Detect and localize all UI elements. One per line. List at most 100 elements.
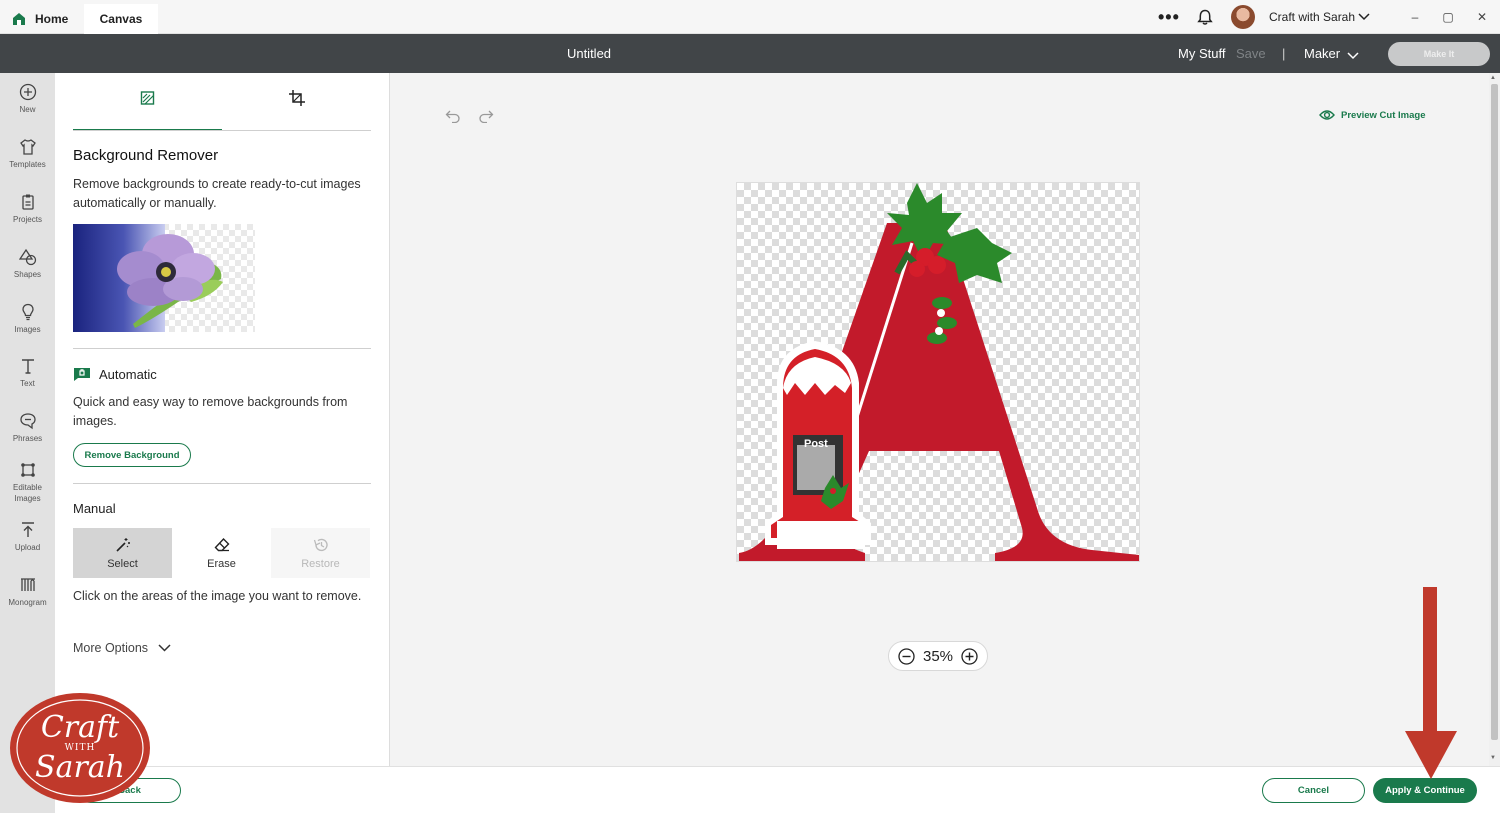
sidebar-item-label: Editable Images: [13, 483, 42, 503]
logo-text: Craft WITH Sarah: [9, 692, 151, 804]
sidebar-item-label: Templates: [9, 160, 46, 169]
sidebar-item-editable-images[interactable]: Editable Images: [0, 461, 55, 504]
undo-icon: [445, 110, 460, 124]
home-icon: [13, 13, 25, 25]
header-separator: |: [1282, 46, 1286, 61]
zoom-out-icon[interactable]: [898, 647, 915, 665]
tab-home[interactable]: Home: [12, 4, 80, 34]
automatic-heading: Automatic: [73, 366, 157, 382]
canvas-header: Untitled My Stuff Save | Maker Make It: [0, 34, 1500, 73]
my-stuff-link[interactable]: My Stuff: [1178, 46, 1225, 61]
crop-icon: [288, 90, 305, 106]
magic-wand-icon: [115, 537, 130, 552]
tab-canvas-label: Canvas: [99, 12, 143, 26]
erase-tool-button[interactable]: Erase: [172, 528, 271, 578]
preview-cut-image-link[interactable]: Preview Cut Image: [1319, 109, 1425, 121]
more-options-toggle[interactable]: More Options: [73, 641, 171, 655]
account-name[interactable]: Craft with Sarah: [1269, 0, 1355, 34]
panel-description: Remove backgrounds to create ready-to-cu…: [73, 177, 361, 210]
manual-description: Click on the areas of the image you want…: [73, 589, 362, 603]
sidebar-item-label: Projects: [13, 215, 42, 224]
sidebar-item-upload[interactable]: Upload: [0, 521, 55, 553]
sidebar-item-label: New: [19, 105, 36, 114]
redo-icon: [479, 110, 494, 124]
select-tool-label: Select: [107, 557, 138, 570]
section-divider: [73, 483, 371, 484]
logo-line1: Craft: [40, 710, 120, 745]
cancel-button[interactable]: Cancel: [1262, 778, 1365, 803]
undo-button[interactable]: [445, 109, 461, 128]
sidebar-item-shapes[interactable]: Shapes: [0, 248, 55, 280]
shapes-icon: [18, 248, 36, 266]
zoom-level: 35%: [922, 647, 954, 665]
bell-icon[interactable]: [1197, 0, 1215, 34]
scroll-down-icon[interactable]: ▼: [1490, 755, 1496, 761]
select-tool-button[interactable]: Select: [73, 528, 172, 578]
restore-tool-button[interactable]: Restore: [271, 528, 370, 578]
sidebar-item-phrases[interactable]: Phrases: [0, 412, 55, 444]
scrollbar-thumb[interactable]: [1491, 84, 1498, 740]
sidebar-item-text[interactable]: Text: [0, 357, 55, 389]
sidebar-item-label: Monogram: [8, 598, 47, 607]
uploaded-image: Post: [739, 183, 1139, 561]
scroll-up-icon[interactable]: ▲: [1490, 75, 1496, 81]
eraser-icon: [214, 537, 229, 551]
minimize-button[interactable]: –: [1405, 0, 1425, 34]
sidebar-item-label: Shapes: [13, 270, 42, 279]
auto-remove-icon: [74, 368, 90, 381]
sidebar-item-label: Images: [14, 325, 41, 334]
background-remover-icon: [140, 91, 154, 105]
sidebar-item-monogram[interactable]: Monogram: [0, 576, 55, 608]
zoom-control: 35%: [888, 641, 988, 671]
sidebar-item-label: Phrases: [12, 434, 43, 443]
lightbulb-icon: [21, 303, 34, 321]
section-divider: [73, 348, 371, 349]
save-button[interactable]: Save: [1236, 46, 1266, 61]
more-menu-icon[interactable]: •••: [1158, 0, 1180, 34]
text-icon: [21, 359, 34, 374]
zoom-in-icon[interactable]: [961, 647, 978, 665]
tab-home-label: Home: [35, 12, 69, 26]
svg-text:Post: Post: [804, 438, 828, 450]
chevron-down-icon[interactable]: [1358, 0, 1370, 34]
tab-crop[interactable]: [222, 89, 371, 129]
image-canvas[interactable]: Post: [736, 182, 1140, 562]
make-it-button[interactable]: Make It: [1388, 42, 1490, 66]
sidebar-item-templates[interactable]: Templates: [0, 138, 55, 170]
apply-continue-button[interactable]: Apply & Continue: [1373, 778, 1477, 803]
manual-label: Manual: [73, 501, 116, 516]
remove-background-button[interactable]: Remove Background: [73, 443, 191, 467]
title-bar: Home Canvas ••• Craft with Sarah – ▢ ✕: [0, 0, 1500, 34]
craft-with-sarah-logo: Craft WITH Sarah: [9, 692, 151, 804]
tab-divider: [73, 130, 371, 131]
restore-tool-label: Restore: [301, 557, 340, 570]
background-remover-panel: Background Remover Remove backgrounds to…: [55, 73, 390, 766]
clipboard-icon: [21, 194, 34, 210]
maximize-button[interactable]: ▢: [1438, 0, 1458, 34]
automatic-description: Quick and easy way to remove backgrounds…: [73, 395, 348, 428]
editable-images-icon: [20, 463, 35, 477]
footer-bar: Back Cancel Apply & Continue: [55, 766, 1500, 813]
close-button[interactable]: ✕: [1472, 0, 1492, 34]
avatar[interactable]: [1231, 5, 1255, 29]
machine-select[interactable]: Maker: [1304, 46, 1340, 61]
monogram-icon: [20, 578, 35, 591]
annotation-arrow-icon: [1405, 587, 1457, 779]
tab-canvas[interactable]: Canvas: [84, 4, 158, 34]
project-title[interactable]: Untitled: [540, 46, 638, 61]
sample-image: [73, 224, 255, 332]
panel-title: Background Remover: [73, 147, 219, 164]
sidebar-item-label: Upload: [14, 543, 41, 552]
flower-image: [117, 234, 223, 328]
sidebar-item-projects[interactable]: Projects: [0, 193, 55, 225]
history-icon: [313, 538, 328, 551]
sidebar-item-label: Text: [20, 379, 35, 388]
speech-bubble-icon: [19, 413, 36, 430]
automatic-label: Automatic: [99, 366, 157, 382]
tshirt-icon: [19, 139, 36, 155]
redo-button[interactable]: [478, 109, 494, 128]
chevron-down-icon[interactable]: [1347, 48, 1359, 63]
tab-background-remover[interactable]: [73, 89, 222, 131]
sidebar-item-new[interactable]: New: [0, 83, 55, 115]
sidebar-item-images[interactable]: Images: [0, 303, 55, 335]
